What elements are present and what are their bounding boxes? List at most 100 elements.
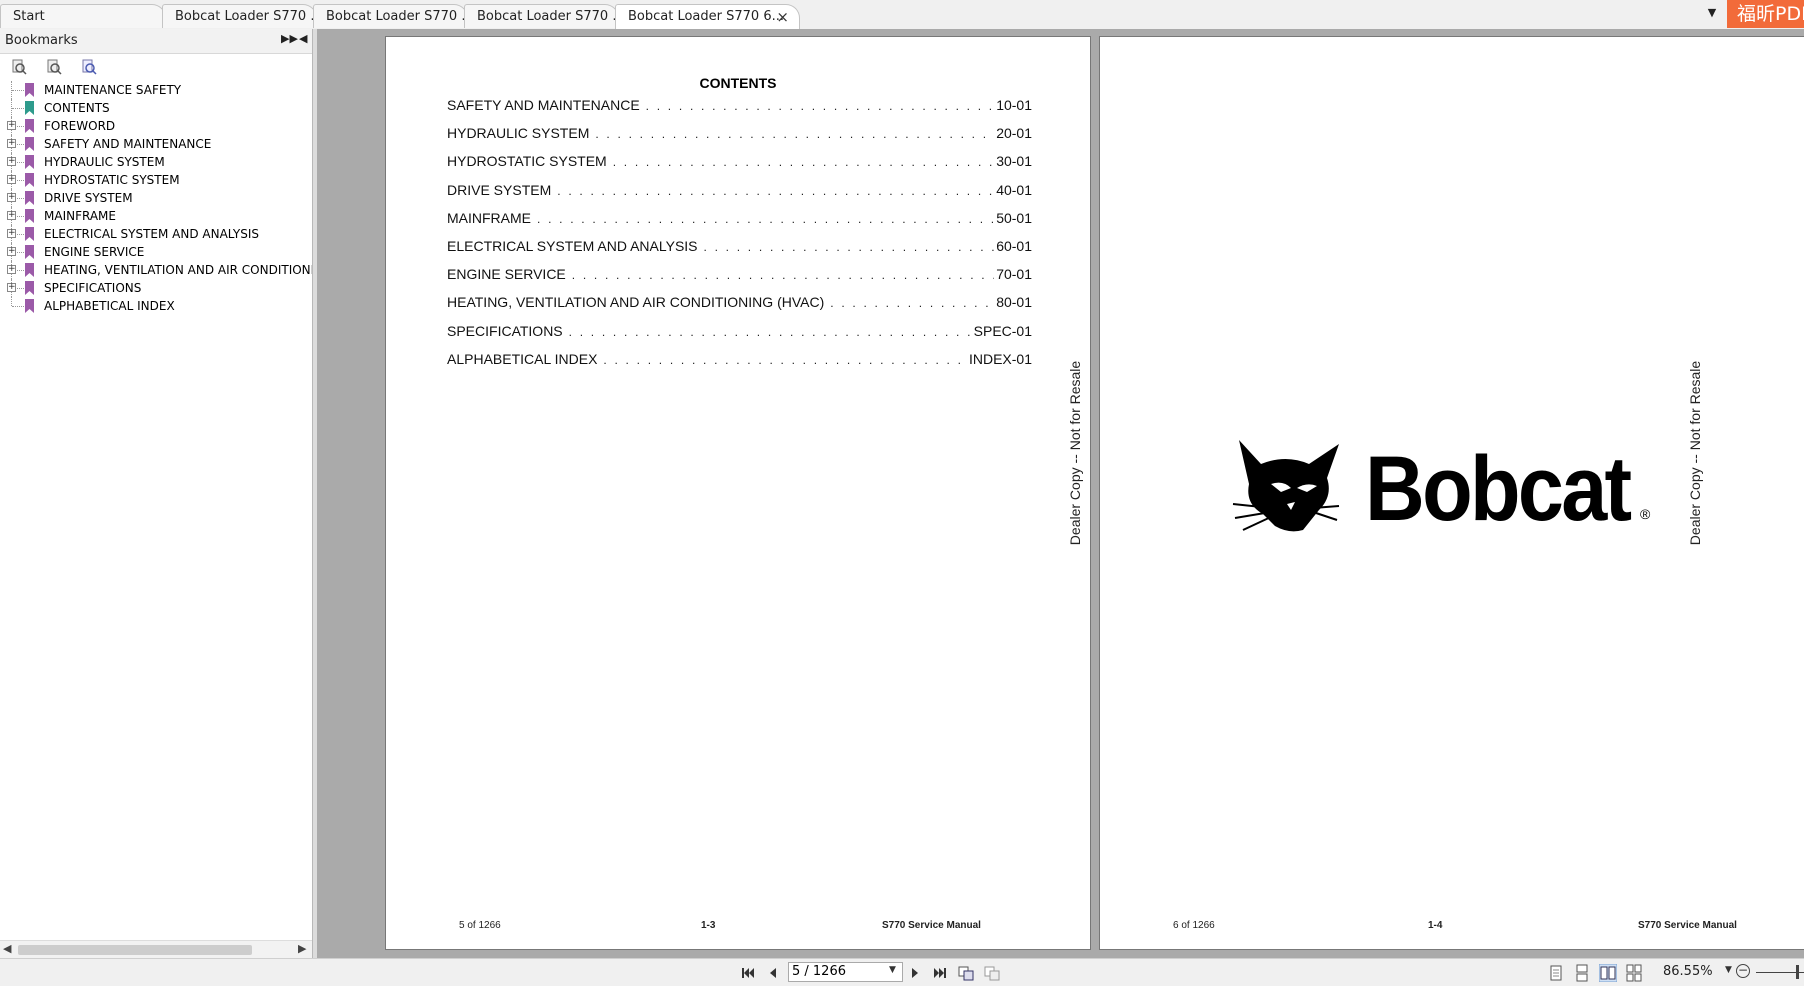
bookmark-label: HYDROSTATIC SYSTEM <box>44 173 180 187</box>
continuous-facing-view-icon[interactable] <box>1625 964 1643 982</box>
bookmark-item[interactable]: + DRIVE SYSTEM <box>0 189 312 207</box>
bookmark-item[interactable]: + ENGINE SERVICE <box>0 243 312 261</box>
toc-entry-title: ENGINE SERVICE <box>447 266 566 283</box>
toc-entry[interactable]: ENGINE SERVICE . . . . . . . . . . . . . … <box>447 266 1032 286</box>
bookmark-item[interactable]: + ELECTRICAL SYSTEM AND ANALYSIS <box>0 225 312 243</box>
toc-entry-page: INDEX-01 <box>968 350 1032 367</box>
bookmarks-panel: Bookmarks ▶▶ ◀ MAINTENANCE SAFETY CONTENT… <box>0 29 313 958</box>
toc-entry-title: SAFETY AND MAINTENANCE <box>447 97 640 113</box>
tab-list-dropdown-icon[interactable]: ▼ <box>1705 6 1719 20</box>
toc-entry[interactable]: ALPHABETICAL INDEX . . . . . . . . . . . … <box>447 351 1032 371</box>
bookmark-item[interactable]: ALPHABETICAL INDEX <box>0 297 312 315</box>
bookmark-item[interactable]: MAINTENANCE SAFETY <box>0 81 312 99</box>
page-number-input[interactable] <box>792 964 882 979</box>
tab-document[interactable]: Bobcat Loader S770 ... <box>464 4 619 28</box>
expand-node-icon[interactable]: + <box>7 229 16 238</box>
tree-line <box>12 108 24 109</box>
tab-start[interactable]: Start <box>0 4 166 28</box>
toc-entry[interactable]: MAINFRAME . . . . . . . . . . . . . . . .… <box>447 210 1032 230</box>
bookmark-label: ENGINE SERVICE <box>44 245 145 259</box>
scroll-right-icon[interactable]: ▶ <box>298 942 306 955</box>
tree-line <box>12 90 24 91</box>
expand-node-icon[interactable]: + <box>7 175 16 184</box>
zoom-slider-thumb[interactable] <box>1796 965 1799 979</box>
facing-view-icon[interactable] <box>1599 964 1617 982</box>
brand-badge[interactable]: 福昕PDF <box>1727 0 1804 28</box>
bookmarks-title: Bookmarks <box>5 33 78 48</box>
next-page-icon[interactable] <box>906 964 924 982</box>
page-footer-manual: S770 Service Manual <box>1638 920 1737 931</box>
find-bookmark-icon[interactable] <box>81 59 97 75</box>
tab-label: Bobcat Loader S770 ... <box>326 9 468 24</box>
bookmark-item[interactable]: + FOREWORD <box>0 117 312 135</box>
bookmark-icon <box>25 83 34 97</box>
toc-leader-dots: . . . . . . . . . . . . . . . . . . . . … <box>568 324 972 339</box>
continuous-view-icon[interactable] <box>1573 964 1591 982</box>
toc-entry-title: DRIVE SYSTEM <box>447 181 552 198</box>
page-dropdown-icon[interactable]: ▼ <box>889 965 896 975</box>
status-bar: ▼ 86.55% ▼ − <box>0 958 1804 986</box>
tab-bar: Start Bobcat Loader S770 ... Bobcat Loader… <box>0 0 1804 30</box>
collapse-bookmark-icon[interactable] <box>46 59 62 75</box>
bookmark-item[interactable]: + SPECIFICATIONS <box>0 279 312 297</box>
toc-entry[interactable]: ELECTRICAL SYSTEM AND ANALYSIS . . . . . … <box>447 238 1032 258</box>
expand-node-icon[interactable]: + <box>7 193 16 202</box>
bookmark-label: HYDRAULIC SYSTEM <box>44 155 165 169</box>
zoom-dropdown-icon[interactable]: ▼ <box>1725 965 1732 975</box>
toc-leader-dots: . . . . . . . . . . . . . . . . . . . . … <box>830 296 994 311</box>
bookmark-item[interactable]: + HYDROSTATIC SYSTEM <box>0 171 312 189</box>
expand-node-icon[interactable]: + <box>7 283 16 292</box>
page-footer-number: 1-4 <box>1428 920 1443 931</box>
zoom-out-icon[interactable]: − <box>1736 964 1750 978</box>
last-page-icon[interactable] <box>931 964 949 982</box>
bobcat-logo-text: Bobcat <box>1365 438 1632 540</box>
page-footer-manual: S770 Service Manual <box>882 920 981 931</box>
document-view[interactable]: CONTENTS SAFETY AND MAINTENANCE . . . . .… <box>317 29 1804 958</box>
tab-document[interactable]: Bobcat Loader S770 6... × <box>615 4 800 29</box>
expand-node-icon[interactable]: + <box>7 211 16 220</box>
close-tab-icon[interactable]: × <box>776 5 789 29</box>
bobcat-logo: Bobcat ® <box>1231 434 1651 544</box>
panel-expand-icon[interactable]: ▶▶ <box>281 32 298 45</box>
scroll-left-icon[interactable]: ◀ <box>3 942 11 955</box>
toc-entry[interactable]: DRIVE SYSTEM . . . . . . . . . . . . . . … <box>447 182 1032 202</box>
bookmark-icon <box>25 209 34 223</box>
expand-node-icon[interactable]: + <box>7 265 16 274</box>
expand-node-icon[interactable]: + <box>7 247 16 256</box>
bookmark-item[interactable]: + SAFETY AND MAINTENANCE <box>0 135 312 153</box>
zoom-level[interactable]: 86.55% <box>1663 964 1713 979</box>
toc-entry[interactable]: HYDROSTATIC SYSTEM . . . . . . . . . . . … <box>447 153 1032 173</box>
expand-bookmark-icon[interactable] <box>11 59 27 75</box>
bookmark-icon <box>25 155 34 169</box>
bookmarks-header: Bookmarks ▶▶ ◀ <box>0 29 312 54</box>
previous-view-icon[interactable] <box>957 964 975 982</box>
bookmark-icon <box>25 191 34 205</box>
scrollbar-thumb[interactable] <box>18 945 252 955</box>
contents-heading: CONTENTS <box>699 75 777 91</box>
next-view-icon[interactable] <box>983 964 1001 982</box>
page-number-field[interactable]: ▼ <box>788 962 903 982</box>
toc-entry[interactable]: HEATING, VENTILATION AND AIR CONDITIONIN… <box>447 294 1032 314</box>
bookmark-item[interactable]: CONTENTS <box>0 99 312 117</box>
pdf-page-right: Bobcat ® Dealer Copy -- Not for Resale 6… <box>1099 36 1804 950</box>
toc-entry-page: 70-01 <box>996 266 1032 283</box>
previous-page-icon[interactable] <box>764 964 782 982</box>
bookmark-item[interactable]: + HEATING, VENTILATION AND AIR CONDITIONI… <box>0 261 312 279</box>
bookmarks-horizontal-scrollbar[interactable]: ◀ ▶ <box>0 940 312 958</box>
bookmark-icon <box>25 245 34 259</box>
single-page-view-icon[interactable] <box>1547 964 1565 982</box>
tree-line <box>11 297 12 306</box>
bookmark-label: FOREWORD <box>44 119 116 133</box>
first-page-icon[interactable] <box>739 964 757 982</box>
expand-node-icon[interactable]: + <box>7 139 16 148</box>
tab-document[interactable]: Bobcat Loader S770 ... <box>313 4 468 28</box>
expand-node-icon[interactable]: + <box>7 121 16 130</box>
toc-entry[interactable]: SAFETY AND MAINTENANCE . . . . . . . . . … <box>447 97 1032 117</box>
toc-entry[interactable]: HYDRAULIC SYSTEM . . . . . . . . . . . . … <box>447 125 1032 145</box>
panel-collapse-icon[interactable]: ◀ <box>299 32 307 45</box>
bookmark-item[interactable]: + HYDRAULIC SYSTEM <box>0 153 312 171</box>
tab-document[interactable]: Bobcat Loader S770 ... <box>162 4 317 28</box>
bookmark-item[interactable]: + MAINFRAME <box>0 207 312 225</box>
expand-node-icon[interactable]: + <box>7 157 16 166</box>
toc-entry[interactable]: SPECIFICATIONS . . . . . . . . . . . . . … <box>447 323 1032 343</box>
